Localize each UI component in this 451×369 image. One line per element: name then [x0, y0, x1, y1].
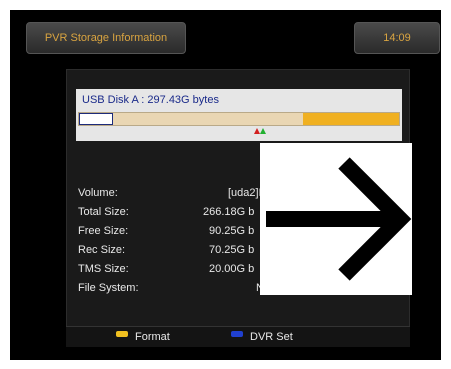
total-size-value: 266.18G b [203, 206, 255, 218]
green-marker-icon [260, 128, 266, 134]
free-size-label: Free Size: [78, 225, 129, 237]
rec-size-value: 70.25G b [209, 244, 255, 256]
clock-text: 14:09 [383, 32, 411, 44]
disk-usage-bar [78, 112, 400, 126]
format-button[interactable]: Format [135, 331, 170, 343]
dvr-set-button[interactable]: DVR Set [250, 331, 293, 343]
other-space-fill [79, 113, 113, 125]
yellow-key-icon [116, 331, 128, 337]
blue-key-icon [231, 331, 243, 337]
clock-badge: 14:09 [354, 22, 440, 54]
volume-label: Volume: [78, 187, 118, 199]
free-size-value: 90.25G b [209, 225, 255, 237]
tms-size-label: TMS Size: [78, 263, 129, 275]
disk-usage-box: USB Disk A : 297.43G bytes [76, 89, 402, 141]
overlay-panel [260, 143, 412, 295]
total-size-label: Total Size: [78, 206, 129, 218]
rec-size-label: Rec Size: [78, 244, 126, 256]
file-system-label: File System: [78, 282, 139, 294]
page-title-text: PVR Storage Information [44, 32, 168, 44]
right-arrow-icon [266, 157, 412, 281]
disk-label: USB Disk A : 297.43G bytes [82, 94, 219, 106]
tms-size-value: 20.00G b [209, 263, 255, 275]
used-space-fill [303, 113, 399, 125]
page-title: PVR Storage Information [26, 22, 186, 54]
